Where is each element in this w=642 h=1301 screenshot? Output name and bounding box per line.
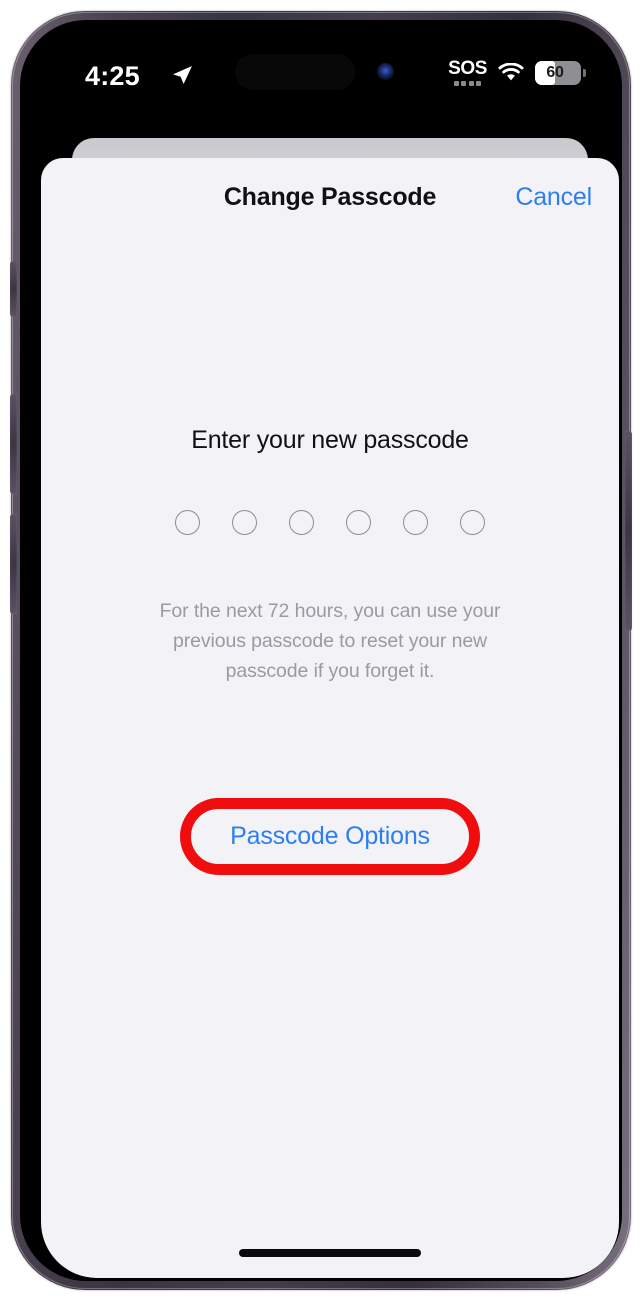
battery-cap — [583, 68, 586, 77]
passcode-hint-text: For the next 72 hours, you can use your … — [159, 600, 501, 682]
passcode-options-container: Passcode Options — [41, 798, 619, 875]
dynamic-island — [235, 54, 355, 90]
action-button[interactable] — [10, 261, 17, 317]
passcode-dot — [232, 510, 257, 535]
iphone-device-frame: 4:25 SOS 60 Change Passcode Cancel Enter… — [10, 11, 632, 1290]
passcode-dot — [403, 510, 428, 535]
passcode-options-label: Passcode Options — [230, 822, 430, 850]
home-indicator — [239, 1249, 421, 1257]
power-button[interactable] — [625, 431, 632, 631]
volume-down-button[interactable] — [10, 514, 17, 614]
passcode-dots-field[interactable] — [41, 510, 619, 535]
passcode-dot — [289, 510, 314, 535]
passcode-dot — [460, 510, 485, 535]
status-bar: 4:25 SOS 60 — [41, 41, 619, 119]
location-arrow-icon — [173, 66, 192, 84]
front-camera-icon — [377, 63, 394, 80]
passcode-dot — [346, 510, 371, 535]
cancel-button[interactable]: Cancel — [515, 183, 592, 212]
battery-indicator: 60 — [535, 60, 586, 85]
volume-up-button[interactable] — [10, 394, 17, 494]
passcode-dot — [175, 510, 200, 535]
signal-strength-dots — [453, 81, 482, 86]
wifi-icon — [498, 62, 524, 80]
sheet-header: Change Passcode Cancel — [41, 158, 619, 232]
passcode-options-button[interactable]: Passcode Options — [180, 798, 480, 875]
passcode-prompt: Enter your new passcode — [191, 426, 469, 454]
device-bezel: 4:25 SOS 60 Change Passcode Cancel Enter… — [20, 20, 622, 1281]
phone-screen: 4:25 SOS 60 Change Passcode Cancel Enter… — [41, 41, 619, 1278]
cellular-sos-indicator: SOS — [448, 59, 487, 86]
status-time: 4:25 — [85, 61, 140, 91]
battery-percent-label: 60 — [546, 63, 564, 81]
change-passcode-sheet: Change Passcode Cancel Enter your new pa… — [41, 158, 619, 1278]
status-bar-right-cluster: SOS 60 — [448, 59, 586, 86]
sos-label: SOS — [448, 58, 487, 79]
